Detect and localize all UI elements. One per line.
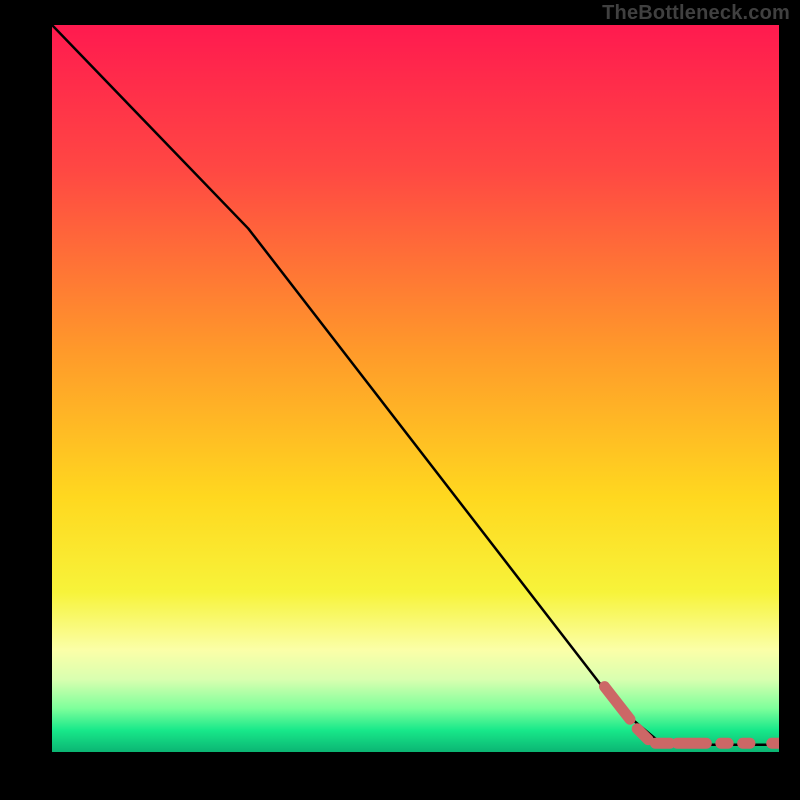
watermark-label: TheBottleneck.com <box>602 2 790 25</box>
chart-svg <box>52 25 779 752</box>
dash-segment <box>637 729 648 740</box>
chart-frame: TheBottleneck.com <box>0 0 800 800</box>
plot-area <box>52 25 779 752</box>
gradient-background <box>52 25 779 752</box>
